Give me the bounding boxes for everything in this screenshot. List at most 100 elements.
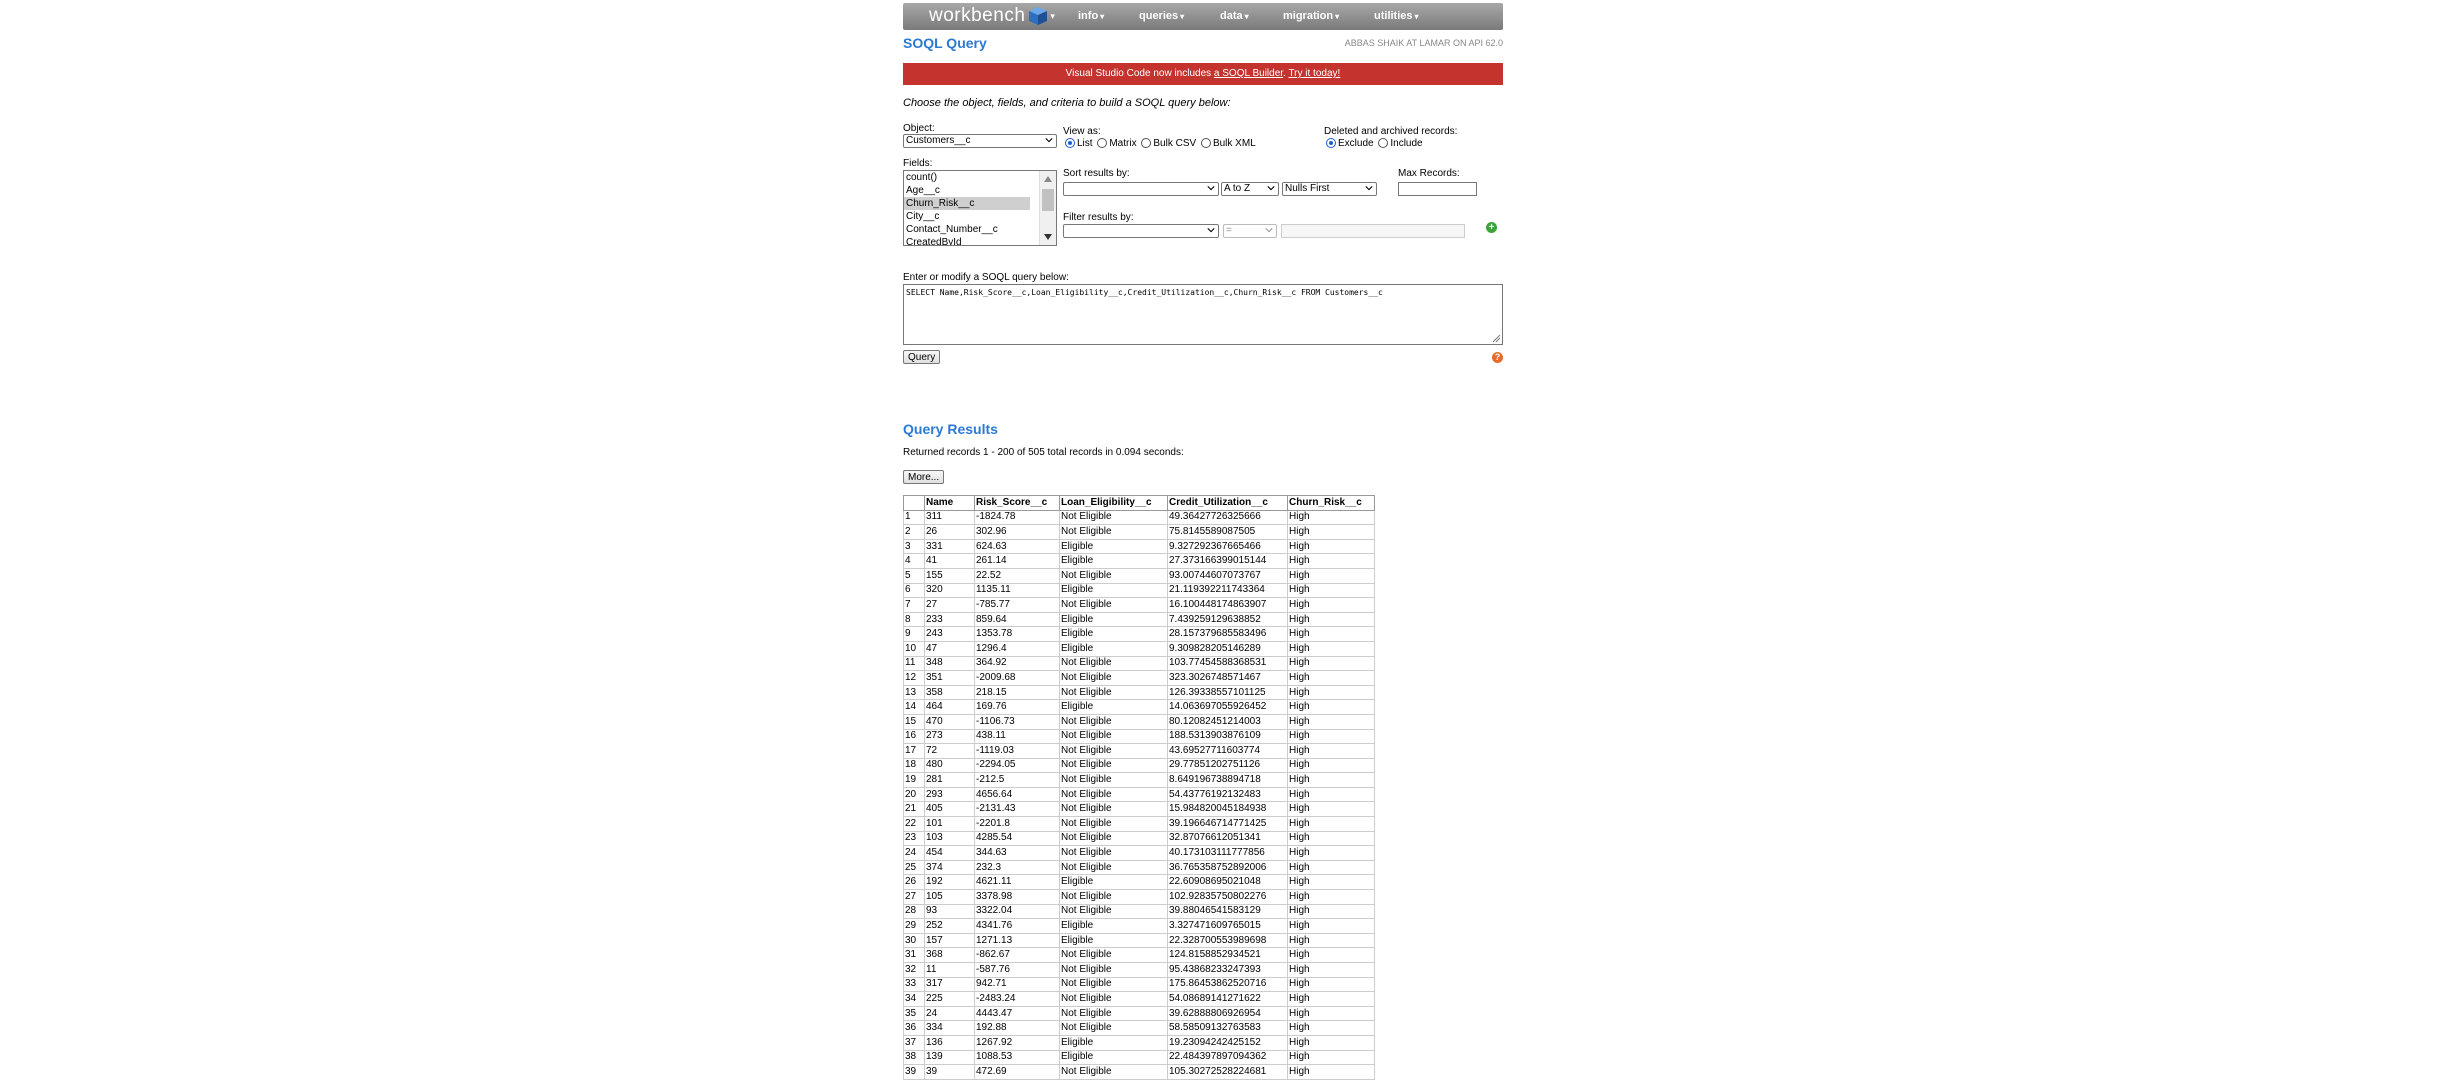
resize-grip-icon[interactable] xyxy=(1492,334,1501,343)
table-cell: 102.92835750802276 xyxy=(1167,889,1288,905)
nav-menu-label: migration xyxy=(1283,10,1334,22)
scroll-up-icon[interactable] xyxy=(1043,175,1053,183)
table-cell: Not Eligible xyxy=(1059,801,1168,818)
table-cell: 32.87076612051341 xyxy=(1167,830,1288,847)
table-cell: Not Eligible xyxy=(1059,1064,1168,1080)
field-option[interactable]: City__c xyxy=(904,210,1030,223)
table-cell: 4443.47 xyxy=(974,1005,1060,1022)
table-cell: Eligible xyxy=(1059,611,1168,628)
table-cell: -2009.68 xyxy=(974,670,1060,686)
sort-nulls-value: Nulls First xyxy=(1285,183,1330,194)
table-row: 14 464 169.76 Eligible 14.063697055926452 Hig… xyxy=(903,699,1375,715)
table-cell: -1824.78 xyxy=(974,509,1060,526)
table-cell: 317 xyxy=(924,976,975,993)
table-cell: Not Eligible xyxy=(1059,816,1168,832)
table-cell: 454 xyxy=(924,845,975,861)
announcement-banner: Visual Studio Code now includes a SOQL B… xyxy=(903,63,1503,85)
query-button[interactable]: Query xyxy=(903,350,941,364)
table-cell: -785.77 xyxy=(974,597,1060,613)
chevron-down-icon: ▾ xyxy=(1050,10,1055,21)
table-cell: 3322.04 xyxy=(974,903,1060,920)
table-row: 2 26 302.96 Not Eligible 75.8145589087505 Hig… xyxy=(903,524,1375,540)
table-cell: High xyxy=(1287,524,1375,540)
table-cell: High xyxy=(1287,1034,1375,1051)
table-cell: 27 xyxy=(903,889,925,905)
table-cell: 169.76 xyxy=(974,699,1060,715)
table-cell: 252 xyxy=(924,918,975,934)
table-cell: 39.196646714771425 xyxy=(1167,816,1288,832)
soql-query-textarea[interactable]: SELECT Name,Risk_Score__c,Loan_Eligibili… xyxy=(903,284,1503,345)
fields-scrollbar[interactable] xyxy=(1039,171,1056,245)
chevron-down-icon xyxy=(1207,186,1215,191)
table-cell: Eligible xyxy=(1059,699,1168,715)
max-records-input[interactable] xyxy=(1398,182,1477,196)
filter-value-input[interactable] xyxy=(1281,224,1465,238)
object-select[interactable]: Customers__c xyxy=(903,134,1057,148)
table-cell: -2294.05 xyxy=(974,757,1060,774)
table-cell: 43.69527711603774 xyxy=(1167,743,1288,759)
nav-menu-data[interactable]: data ▾ xyxy=(1220,10,1249,22)
field-option[interactable]: count() xyxy=(904,171,1030,184)
table-cell: 16 xyxy=(903,728,925,745)
fields-label: Fields: xyxy=(903,158,933,169)
view-as-label: View as: xyxy=(1063,126,1101,137)
table-cell: 7.439259129638852 xyxy=(1167,611,1288,628)
fields-listbox[interactable]: count() Age__c Churn_Risk__c City__c Con… xyxy=(903,170,1057,246)
table-cell: 21.119392211743364 xyxy=(1167,582,1288,599)
scrollbar-thumb[interactable] xyxy=(1042,189,1054,211)
table-cell: Not Eligible xyxy=(1059,845,1168,861)
view-bulk-xml-radio[interactable] xyxy=(1200,138,1211,149)
sort-field-select[interactable] xyxy=(1063,182,1219,196)
nav-menu-queries[interactable]: queries ▾ xyxy=(1139,10,1184,22)
more-button[interactable]: More... xyxy=(903,470,945,484)
brand-menu[interactable]: workbench ▾ xyxy=(929,5,1055,27)
view-list-radio[interactable] xyxy=(1065,138,1075,149)
table-cell: 39 xyxy=(924,1064,975,1080)
add-filter-icon[interactable]: + xyxy=(1486,222,1497,233)
field-option[interactable]: Age__c xyxy=(904,184,1030,197)
try-it-link[interactable]: Try it today! xyxy=(1288,68,1340,79)
table-cell: 4 xyxy=(903,553,925,569)
table-cell: 32 xyxy=(903,962,925,978)
scroll-down-icon[interactable] xyxy=(1043,233,1053,241)
table-cell: High xyxy=(1287,976,1375,993)
table-row: 39 39 472.69 Not Eligible 105.30272528224681… xyxy=(903,1064,1375,1080)
soql-builder-link[interactable]: a SOQL Builder xyxy=(1214,68,1283,79)
table-cell: High xyxy=(1287,611,1375,628)
table-cell: 37 xyxy=(903,1034,925,1051)
table-cell: Eligible xyxy=(1059,582,1168,599)
table-cell: 38 xyxy=(903,1049,925,1066)
table-cell: 39.88046541583129 xyxy=(1167,903,1288,920)
table-cell: 93.00744607073767 xyxy=(1167,567,1288,584)
table-cell: High xyxy=(1287,553,1375,569)
table-cell: 4656.64 xyxy=(974,786,1060,803)
results-title: Query Results xyxy=(903,421,998,437)
table-cell: High xyxy=(1287,874,1375,891)
field-option-selected[interactable]: Churn_Risk__c xyxy=(904,197,1030,210)
table-cell: High xyxy=(1287,903,1375,920)
sort-nulls-select[interactable]: Nulls First xyxy=(1282,182,1377,196)
table-cell: High xyxy=(1287,699,1375,715)
sort-direction-select[interactable]: A to Z xyxy=(1221,182,1279,196)
table-cell: 5 xyxy=(903,567,925,584)
table-row: 16 273 438.11 Not Eligible 188.5313903876109… xyxy=(903,728,1375,745)
nav-menu-info[interactable]: info ▾ xyxy=(1078,10,1104,22)
deleted-records-options: Exclude Include xyxy=(1324,138,1423,149)
table-cell: 26 xyxy=(903,874,925,891)
chevron-down-icon xyxy=(1267,186,1275,191)
field-option[interactable]: Contact_Number__c xyxy=(904,223,1030,236)
include-radio[interactable] xyxy=(1378,138,1389,149)
exclude-radio[interactable] xyxy=(1326,138,1336,149)
view-matrix-radio[interactable] xyxy=(1097,138,1108,149)
table-cell: 47 xyxy=(924,640,975,657)
table-cell: High xyxy=(1287,728,1375,745)
nav-menu-migration[interactable]: migration ▾ xyxy=(1283,10,1339,22)
filter-field-select[interactable] xyxy=(1063,224,1219,238)
help-icon[interactable]: ? xyxy=(1492,352,1503,363)
table-cell: 438.11 xyxy=(974,728,1060,745)
table-row: 20 293 4656.64 Not Eligible 54.4377619213248… xyxy=(903,786,1375,803)
view-bulk-csv-radio[interactable] xyxy=(1141,138,1152,149)
nav-menu-utilities[interactable]: utilities ▾ xyxy=(1374,10,1419,22)
filter-operator-select[interactable]: = xyxy=(1223,224,1277,238)
field-option[interactable]: CreatedById xyxy=(904,236,1030,245)
